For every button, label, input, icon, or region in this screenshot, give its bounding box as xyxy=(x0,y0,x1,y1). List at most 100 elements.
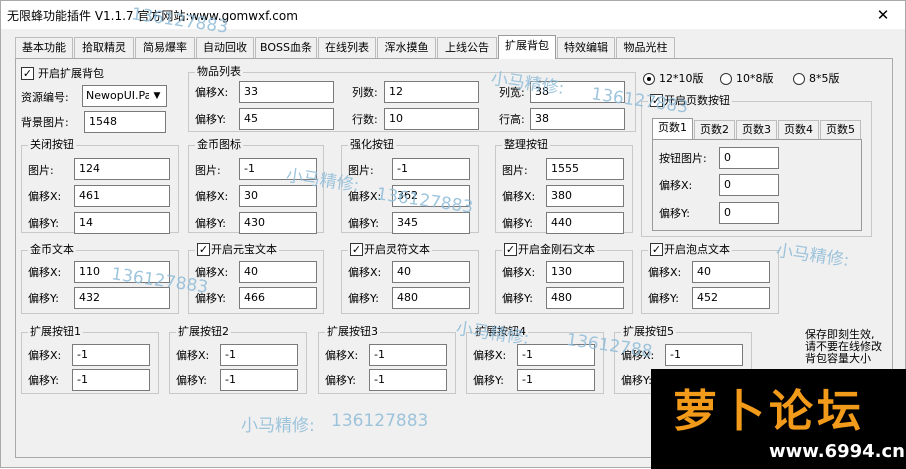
ext-2-x-input[interactable]: -1 xyxy=(220,344,298,366)
ext-5-x-input[interactable]: -1 xyxy=(665,344,743,366)
close-x-label: 偏移X: xyxy=(28,190,62,203)
tab-auto-recycle[interactable]: 自动回收 xyxy=(196,37,254,58)
page-y-input[interactable]: 0 xyxy=(719,202,779,224)
enable-bag-checkbox[interactable]: ✓ xyxy=(21,67,34,80)
tab-page-1[interactable]: 页数1 xyxy=(652,118,693,139)
gold-img-input[interactable]: -1 xyxy=(239,158,317,180)
item-rows-input[interactable]: 10 xyxy=(384,108,479,130)
lingfu-y-input[interactable]: 480 xyxy=(392,287,470,309)
tab-page-2[interactable]: 页数2 xyxy=(694,120,735,139)
ext-button-2-group: 扩展按钮2 偏移X: -1 偏移Y: -1 xyxy=(169,325,307,394)
diamond-text-group: ✓ 开启金刚石文本 偏移X: 130 偏移Y: 480 xyxy=(495,243,633,314)
yuanbao-x-input[interactable]: 40 xyxy=(239,261,317,283)
close-icon[interactable]: ✕ xyxy=(861,1,905,29)
tab-drop-rate[interactable]: 简易爆率 xyxy=(135,37,195,58)
gold-text-y-label: 偏移Y: xyxy=(28,292,59,305)
enhance-x-input[interactable]: 362 xyxy=(392,185,470,207)
tab-fishing[interactable]: 浑水摸鱼 xyxy=(377,37,436,58)
item-offset-y-input[interactable]: 45 xyxy=(239,108,334,130)
tab-page-4[interactable]: 页数4 xyxy=(778,120,819,139)
bubble-x-input[interactable]: 40 xyxy=(692,261,770,283)
close-button-group: 关闭按钮 图片: 124 偏移X: 461 偏移Y: 14 xyxy=(21,138,179,234)
item-col-width-input[interactable]: 38 xyxy=(530,81,625,103)
tab-online-list[interactable]: 在线列表 xyxy=(318,37,376,58)
ext-4-x-input[interactable]: -1 xyxy=(517,344,595,366)
gold-y-input[interactable]: 430 xyxy=(239,212,317,234)
ext-3-x-input[interactable]: -1 xyxy=(369,344,447,366)
tab-page-3[interactable]: 页数3 xyxy=(736,120,777,139)
tab-basic[interactable]: 基本功能 xyxy=(15,37,73,58)
layout-8x5-label: 8*5版 xyxy=(809,72,840,85)
close-y-input[interactable]: 14 xyxy=(74,212,170,234)
yuanbao-checkbox[interactable]: ✓ xyxy=(197,243,210,256)
bubble-checkbox[interactable]: ✓ xyxy=(650,243,663,256)
layout-12x10-label: 12*10版 xyxy=(659,72,704,85)
item-row-height-input[interactable]: 38 xyxy=(530,108,625,130)
page-img-input[interactable]: 0 xyxy=(719,147,779,169)
gold-text-y-input[interactable]: 432 xyxy=(74,287,170,309)
ext-4-y-input[interactable]: -1 xyxy=(517,369,595,391)
lingfu-x-input[interactable]: 40 xyxy=(392,261,470,283)
tab-pickup-sprite[interactable]: 拾取精灵 xyxy=(74,37,134,58)
lingfu-title-wrap: ✓ 开启灵符文本 xyxy=(348,243,432,257)
item-col-width-label: 列宽: xyxy=(499,86,525,99)
yuanbao-y-input[interactable]: 466 xyxy=(239,287,317,309)
page-x-input[interactable]: 0 xyxy=(719,174,779,196)
page-tab-content: 按钮图片: 0 偏移X: 0 偏移Y: 0 xyxy=(652,139,862,231)
layout-10x8-radio[interactable] xyxy=(720,73,732,85)
bubble-y-input[interactable]: 452 xyxy=(692,287,770,309)
ext-2-y-input[interactable]: -1 xyxy=(220,369,298,391)
gold-x-input[interactable]: 30 xyxy=(239,185,317,207)
sort-img-label: 图片: xyxy=(502,164,528,177)
lingfu-text-group: ✓ 开启灵符文本 偏移X: 40 偏移Y: 480 xyxy=(341,243,479,314)
sort-y-label: 偏移Y: xyxy=(502,217,533,230)
page-x-label: 偏移X: xyxy=(659,179,693,192)
item-offset-x-input[interactable]: 33 xyxy=(239,81,334,103)
tab-page-5[interactable]: 页数5 xyxy=(820,120,861,139)
ext-1-y-input[interactable]: -1 xyxy=(72,369,150,391)
page-buttons-title-wrap: ✓ 开启页数按钮 xyxy=(648,94,732,108)
yuanbao-title: 开启元宝文本 xyxy=(211,243,277,256)
diamond-checkbox[interactable]: ✓ xyxy=(504,243,517,256)
lingfu-title: 开启灵符文本 xyxy=(364,243,430,256)
close-x-input[interactable]: 461 xyxy=(74,185,170,207)
close-img-input[interactable]: 124 xyxy=(74,158,170,180)
sort-img-input[interactable]: 1555 xyxy=(546,158,624,180)
sort-x-input[interactable]: 380 xyxy=(546,185,624,207)
lingfu-checkbox[interactable]: ✓ xyxy=(350,243,363,256)
diamond-y-label: 偏移Y: xyxy=(502,292,533,305)
ext-button-1-title: 扩展按钮1 xyxy=(28,325,83,339)
tab-login-notice[interactable]: 上线公告 xyxy=(437,37,497,58)
enhance-img-input[interactable]: -1 xyxy=(392,158,470,180)
enhance-y-input[interactable]: 345 xyxy=(392,212,470,234)
page-buttons-checkbox[interactable]: ✓ xyxy=(650,94,663,107)
enhance-button-group: 强化按钮 图片: -1 偏移X: 362 偏移Y: 345 xyxy=(341,138,479,234)
ext-3-y-input[interactable]: -1 xyxy=(369,369,447,391)
layout-8x5-radio[interactable] xyxy=(793,73,805,85)
ext-button-4-title: 扩展按钮4 xyxy=(473,325,528,339)
gold-text-x-input[interactable]: 110 xyxy=(74,261,170,283)
item-offset-y-label: 偏移Y: xyxy=(195,113,226,126)
diamond-x-input[interactable]: 130 xyxy=(546,261,624,283)
close-button-title: 关闭按钮 xyxy=(28,138,76,152)
enhance-x-label: 偏移X: xyxy=(348,190,382,203)
gold-img-label: 图片: xyxy=(195,164,221,177)
diamond-y-input[interactable]: 480 xyxy=(546,287,624,309)
diamond-title: 开启金刚石文本 xyxy=(518,243,595,256)
ext-1-x-label: 偏移X: xyxy=(28,349,62,362)
bg-image-input[interactable]: 1548 xyxy=(84,111,166,133)
bubble-x-label: 偏移X: xyxy=(648,266,682,279)
tab-extend-bag[interactable]: 扩展背包 xyxy=(498,35,556,59)
layout-10x8-label: 10*8版 xyxy=(736,72,774,85)
tab-item-beam[interactable]: 物品光柱 xyxy=(616,37,675,58)
ext-5-y-label: 偏移Y: xyxy=(621,374,652,387)
yuanbao-title-wrap: ✓ 开启元宝文本 xyxy=(195,243,279,257)
sort-y-input[interactable]: 440 xyxy=(546,212,624,234)
resource-select[interactable]: NewopUI.Pak ▼ xyxy=(82,85,167,107)
tab-boss-hp[interactable]: BOSS血条 xyxy=(255,37,317,58)
enhance-img-label: 图片: xyxy=(348,164,374,177)
tab-effect-edit[interactable]: 特效编辑 xyxy=(557,37,615,58)
ext-1-x-input[interactable]: -1 xyxy=(72,344,150,366)
item-cols-input[interactable]: 12 xyxy=(384,81,479,103)
layout-12x10-radio[interactable] xyxy=(643,73,655,85)
